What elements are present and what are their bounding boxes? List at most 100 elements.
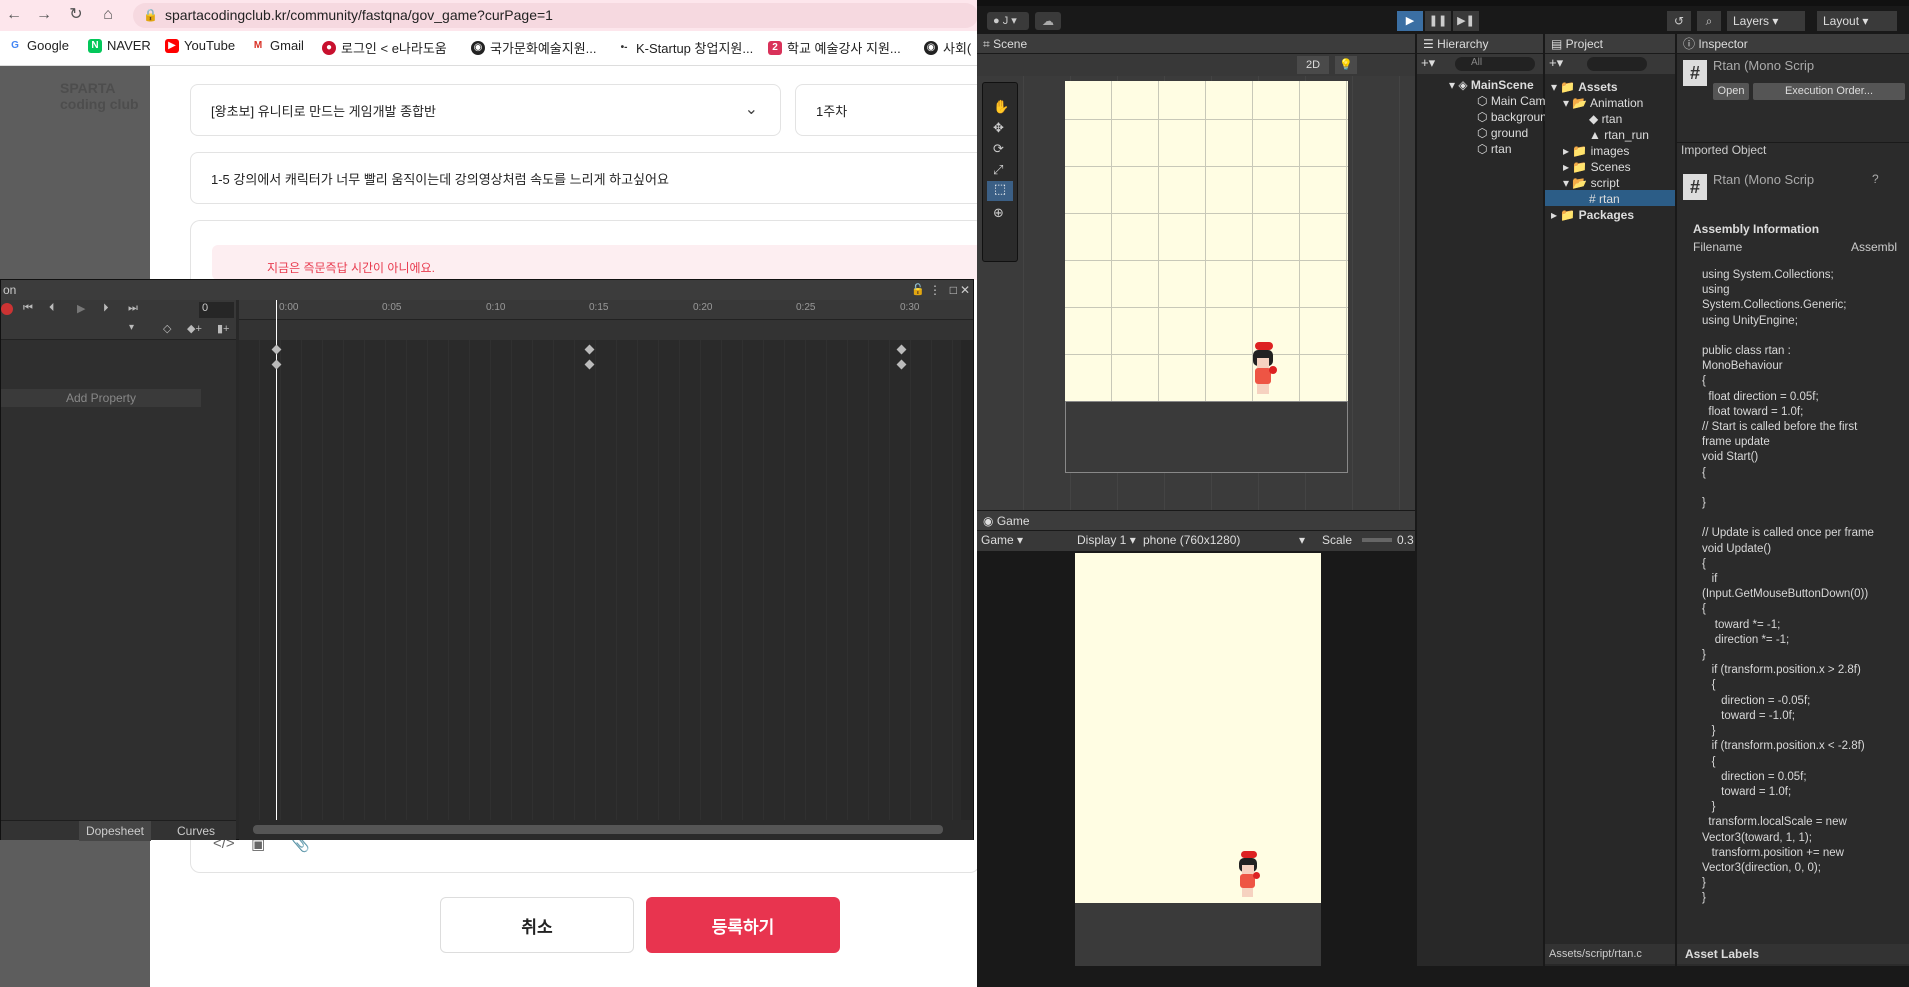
close-icon[interactable]: ✕ xyxy=(960,280,970,300)
add-icon[interactable]: +▾ xyxy=(1549,55,1563,71)
bookmark-arts[interactable]: ◉ 국가문화예술지원... xyxy=(471,38,597,57)
bookmark-school[interactable]: 2 학교 예술강사 지원... xyxy=(768,38,901,57)
help-icon[interactable]: ? xyxy=(1872,172,1879,186)
script-icon: # xyxy=(1683,60,1707,86)
bookmark-enara[interactable]: ● 로그인 < e나라도움 xyxy=(322,38,447,57)
dropdown-icon[interactable]: ▾ xyxy=(129,322,134,333)
cancel-button[interactable]: 취소 xyxy=(440,897,634,953)
project-search[interactable] xyxy=(1587,57,1647,71)
bookmark-naver[interactable]: N NAVER xyxy=(88,38,151,53)
asset-script-rtan[interactable]: # rtan xyxy=(1589,192,1620,206)
last-frame-icon[interactable]: ⏭ xyxy=(128,302,138,315)
rotate-tool-icon[interactable]: ⟳ xyxy=(993,141,1004,157)
question-title-input[interactable]: 1-5 강의에서 캐릭터가 너무 빨리 움직이는데 강의영상처럼 속도를 느리게… xyxy=(190,152,985,204)
search-icon[interactable]: ⌕ xyxy=(1697,11,1721,31)
tab-dopesheet[interactable]: Dopesheet xyxy=(79,821,151,841)
tree-item-ground[interactable]: ⬡ ground xyxy=(1477,126,1528,140)
home-icon[interactable]: ⌂ xyxy=(98,5,118,25)
resolution-dropdown[interactable]: phone (760x1280) ▾ xyxy=(1143,533,1305,547)
step-button[interactable]: ▶❚ xyxy=(1453,11,1479,31)
hand-tool-icon[interactable]: ✋ xyxy=(993,99,1009,115)
scene-background-sprite[interactable] xyxy=(1065,81,1348,401)
frame-field[interactable]: 0 xyxy=(199,302,234,318)
bookmark-youtube[interactable]: ▶ YouTube xyxy=(165,38,235,53)
add-event-icon[interactable]: ▮+ xyxy=(217,322,229,335)
hierarchy-toolbar: +▾ All xyxy=(1417,54,1543,74)
more-icon[interactable]: ⋮ xyxy=(929,280,941,300)
project-panel: ▤ Project +▾ ▾ 📁 Assets ▾ 📂 Animation ◆ … xyxy=(1545,34,1675,966)
scale-slider[interactable] xyxy=(1362,538,1392,542)
folder-assets[interactable]: ▾ 📁 Assets xyxy=(1551,80,1618,94)
move-tool-icon[interactable]: ✥ xyxy=(993,120,1004,136)
light-icon[interactable]: 💡 xyxy=(1335,56,1357,74)
scale-tool-icon[interactable]: ⤢ xyxy=(993,162,1003,178)
bookmark-kstartup[interactable]: •- K-Startup 창업지원... xyxy=(617,38,753,57)
layers-dropdown[interactable]: Layers ▾ xyxy=(1727,11,1805,31)
rect-tool-icon[interactable]: ⬚ xyxy=(987,181,1013,201)
lock-icon[interactable]: 🔓 xyxy=(911,280,925,300)
folder-packages[interactable]: ▸ 📁 Packages xyxy=(1551,208,1634,222)
tab-project[interactable]: ▤ Project xyxy=(1551,35,1603,53)
play-button[interactable]: ▶ xyxy=(1397,11,1423,31)
open-button[interactable]: Open xyxy=(1713,83,1749,100)
tab-hierarchy[interactable]: ☰ Hierarchy xyxy=(1423,35,1488,53)
game-view-dropdown[interactable]: Game ▾ xyxy=(981,533,1023,547)
folder-scenes[interactable]: ▸ 📁 Scenes xyxy=(1563,160,1631,174)
2d-toggle[interactable]: 2D xyxy=(1297,56,1329,74)
dopesheet-area[interactable] xyxy=(239,340,961,820)
forward-icon[interactable]: → xyxy=(34,5,54,25)
bookmark-google[interactable]: G Google xyxy=(8,38,69,53)
tree-item-background[interactable]: ⬡ background xyxy=(1477,110,1554,124)
account-dropdown[interactable]: ● J ▾ xyxy=(987,12,1029,30)
pause-button[interactable]: ❚❚ xyxy=(1425,11,1451,31)
back-icon[interactable]: ← xyxy=(4,5,24,25)
bookmark-gmail[interactable]: M Gmail xyxy=(251,38,304,53)
course-select[interactable]: [왕초보] 유니티로 만드는 게임개발 종합반 ⌄ xyxy=(190,84,781,136)
first-frame-icon[interactable]: ⏮ xyxy=(23,302,33,315)
layout-dropdown[interactable]: Layout ▾ xyxy=(1817,11,1897,31)
maximize-icon[interactable]: □ xyxy=(950,280,957,300)
bookmark-label: YouTube xyxy=(184,38,236,53)
bookmark-social[interactable]: ◉ 사회( xyxy=(924,38,971,57)
tick-label: 0:00 xyxy=(279,302,299,313)
keyframe-icon[interactable]: ◇ xyxy=(163,322,171,335)
folder-animation[interactable]: ▾ 📂 Animation xyxy=(1563,96,1643,110)
add-keyframe-icon[interactable]: ◆+ xyxy=(187,322,202,335)
horizontal-scrollbar[interactable] xyxy=(239,820,973,840)
reload-icon[interactable]: ↻ xyxy=(66,5,86,25)
history-icon[interactable]: ↺ xyxy=(1667,11,1691,31)
tick-label: 0:05 xyxy=(382,302,402,313)
tab-curves[interactable]: Curves xyxy=(161,821,231,841)
assembly-label: Assembl xyxy=(1851,240,1898,254)
tree-item-rtan[interactable]: ⬡ rtan xyxy=(1477,142,1512,156)
add-icon[interactable]: +▾ xyxy=(1421,55,1435,71)
folder-images[interactable]: ▸ 📁 images xyxy=(1563,144,1629,158)
playhead[interactable] xyxy=(276,300,277,820)
rtan-character[interactable] xyxy=(1249,342,1277,402)
record-icon[interactable] xyxy=(1,303,13,315)
hierarchy-search[interactable]: All xyxy=(1455,57,1535,71)
site-logo[interactable]: SPARTA coding club xyxy=(60,80,150,120)
tab-game[interactable]: ◉ Game xyxy=(983,512,1030,530)
vertical-scrollbar[interactable] xyxy=(961,340,973,820)
transform-tool-icon[interactable]: ⊕ xyxy=(993,205,1004,221)
address-bar[interactable]: 🔒 spartacodingclub.kr/community/fastqna/… xyxy=(133,3,978,28)
folder-script[interactable]: ▾ 📂 script xyxy=(1563,176,1619,190)
timeline-ruler[interactable]: 0:00 0:05 0:10 0:15 0:20 0:25 0:30 xyxy=(239,300,973,320)
next-frame-icon[interactable]: ⏵ xyxy=(103,302,109,315)
tab-scene[interactable]: ⌗ Scene xyxy=(983,35,1027,53)
play-icon[interactable]: ▶ xyxy=(77,302,85,315)
execution-order-button[interactable]: Execution Order... xyxy=(1753,83,1905,100)
asset-anim-rtan-run[interactable]: ▲ rtan_run xyxy=(1589,128,1649,142)
tab-inspector[interactable]: ⓘ Inspector xyxy=(1683,35,1748,53)
submit-button[interactable]: 등록하기 xyxy=(646,897,840,953)
prev-frame-icon[interactable]: ⏴ xyxy=(49,302,55,315)
week-select[interactable]: 1주차 xyxy=(795,84,985,136)
tree-item-mainscene[interactable]: ▾ ◈ MainScene xyxy=(1449,78,1534,92)
display-dropdown[interactable]: Display 1 ▾ xyxy=(1077,533,1136,547)
cloud-icon[interactable]: ☁ xyxy=(1035,12,1061,30)
game-background xyxy=(1075,553,1321,903)
asset-anim-rtan[interactable]: ◆ rtan xyxy=(1589,112,1622,126)
add-property-button[interactable]: Add Property xyxy=(1,389,201,407)
scene-ground-sprite[interactable] xyxy=(1065,401,1348,473)
